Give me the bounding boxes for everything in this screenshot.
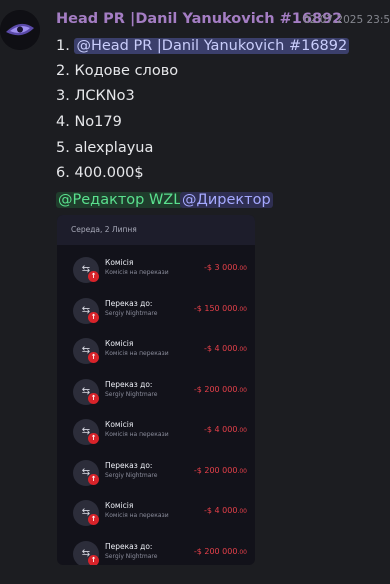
transaction-title: Комісія bbox=[105, 339, 134, 348]
transactions-screenshot[interactable]: Середа, 2 Липня ⇆ ↑ Комісія Комісія на п… bbox=[57, 215, 255, 565]
transaction-amount: -$ 150 000.00 bbox=[194, 304, 247, 313]
message-line-4: 4. No179 bbox=[56, 114, 122, 130]
transaction-amount: -$ 4 000.00 bbox=[204, 344, 247, 353]
transaction-amount: -$ 200 000.00 bbox=[194, 385, 247, 394]
amount-value: -$ 150 000 bbox=[193, 303, 238, 313]
arrow-up-icon: ↑ bbox=[88, 433, 99, 444]
message-line-6: 6. 400.000$ bbox=[56, 165, 144, 181]
arrow-up-icon: ↑ bbox=[88, 554, 99, 565]
transaction-subtitle: Sergiy Nightmare bbox=[105, 471, 158, 479]
amount-cents: .00 bbox=[237, 467, 247, 475]
role-mention-director[interactable]: @Директор bbox=[180, 192, 273, 208]
message-line-5: 5. alexplayua bbox=[56, 140, 154, 156]
timestamp: 02.07.2025 23:54 bbox=[303, 14, 390, 26]
transaction-row: ⇆ ↑ Переказ до: Sergiy Nightmare -$ 200 … bbox=[57, 539, 255, 565]
transaction-subtitle: Комісія на перекази bbox=[105, 269, 169, 276]
date-header: Середа, 2 Липня bbox=[57, 215, 255, 245]
transaction-title: Переказ до: bbox=[105, 379, 153, 389]
message-line-2: 2. Кодове слово bbox=[56, 63, 179, 79]
transaction-row: ⇆ ↑ Переказ до: Sergiy Nightmare -$ 150 … bbox=[57, 296, 255, 330]
amount-cents: .00 bbox=[237, 305, 247, 313]
transaction-row: ⇆ ↑ Комісія Комісія на перекази -$ 4 000… bbox=[57, 336, 255, 370]
line-prefix: 1. bbox=[56, 38, 75, 54]
arrow-up-icon: ↑ bbox=[88, 311, 99, 323]
message-line-1: 1. @Head PR |Danil Yanukovich #16892 bbox=[56, 38, 350, 54]
transaction-amount: -$ 200 000.00 bbox=[194, 466, 247, 475]
transaction-subtitle: Sergiy Nightmare bbox=[105, 390, 158, 398]
transaction-title: Переказ до: bbox=[105, 298, 153, 308]
amount-cents: .00 bbox=[237, 548, 247, 556]
transaction-amount: -$ 4 000.00 bbox=[204, 425, 247, 434]
transaction-row: ⇆ ↑ Комісія Комісія на перекази -$ 4 000… bbox=[57, 498, 255, 532]
transaction-row: ⇆ ↑ Комісія Комісія на перекази -$ 3 000… bbox=[57, 255, 255, 289]
transaction-title: Комісія bbox=[105, 420, 134, 429]
amount-value: -$ 4 000 bbox=[204, 425, 238, 434]
arrow-up-icon: ↑ bbox=[88, 514, 99, 525]
arrow-up-icon: ↑ bbox=[88, 392, 99, 404]
amount-cents: .00 bbox=[237, 508, 247, 515]
amount-cents: .00 bbox=[237, 386, 247, 394]
transaction-row: ⇆ ↑ Комісія Комісія на перекази -$ 4 000… bbox=[57, 417, 255, 451]
amount-cents: .00 bbox=[237, 427, 247, 434]
transaction-amount: -$ 4 000.00 bbox=[204, 506, 247, 515]
eye-avatar-icon bbox=[0, 10, 40, 50]
author-name[interactable]: Head PR |Danil Yanukovich #16892 bbox=[56, 11, 342, 27]
amount-value: -$ 200 000 bbox=[193, 546, 238, 556]
amount-value: -$ 4 000 bbox=[204, 506, 238, 515]
transaction-subtitle: Комісія на перекази bbox=[105, 350, 169, 357]
amount-cents: .00 bbox=[237, 265, 247, 272]
transaction-row: ⇆ ↑ Переказ до: Sergiy Nightmare -$ 200 … bbox=[57, 458, 255, 492]
transaction-row: ⇆ ↑ Переказ до: Sergiy Nightmare -$ 200 … bbox=[57, 377, 255, 411]
transaction-title: Комісія bbox=[105, 501, 134, 510]
amount-cents: .00 bbox=[237, 346, 247, 353]
transaction-amount: -$ 200 000.00 bbox=[194, 547, 247, 556]
transaction-subtitle: Sergiy Nightmare bbox=[105, 309, 158, 317]
amount-value: -$ 4 000 bbox=[204, 344, 238, 353]
transaction-subtitle: Комісія на перекази bbox=[105, 512, 169, 519]
transaction-title: Переказ до: bbox=[105, 541, 153, 551]
amount-value: -$ 3 000 bbox=[204, 263, 238, 272]
arrow-up-icon: ↑ bbox=[88, 352, 99, 363]
transaction-title: Переказ до: bbox=[105, 460, 153, 470]
avatar[interactable] bbox=[0, 10, 40, 50]
transaction-amount: -$ 3 000.00 bbox=[204, 263, 247, 272]
role-mention-editor[interactable]: @Редактор WZL bbox=[56, 192, 184, 208]
transaction-title: Комісія bbox=[105, 258, 134, 267]
transaction-subtitle: Комісія на перекази bbox=[105, 431, 169, 438]
amount-value: -$ 200 000 bbox=[193, 465, 238, 475]
message-line-3: 3. ЛСКNo3 bbox=[56, 88, 135, 104]
arrow-up-icon: ↑ bbox=[88, 473, 99, 485]
transaction-subtitle: Sergiy Nightmare bbox=[105, 552, 158, 560]
user-mention[interactable]: @Head PR |Danil Yanukovich #16892 bbox=[74, 38, 350, 54]
arrow-up-icon: ↑ bbox=[88, 271, 99, 282]
amount-value: -$ 200 000 bbox=[193, 384, 238, 394]
